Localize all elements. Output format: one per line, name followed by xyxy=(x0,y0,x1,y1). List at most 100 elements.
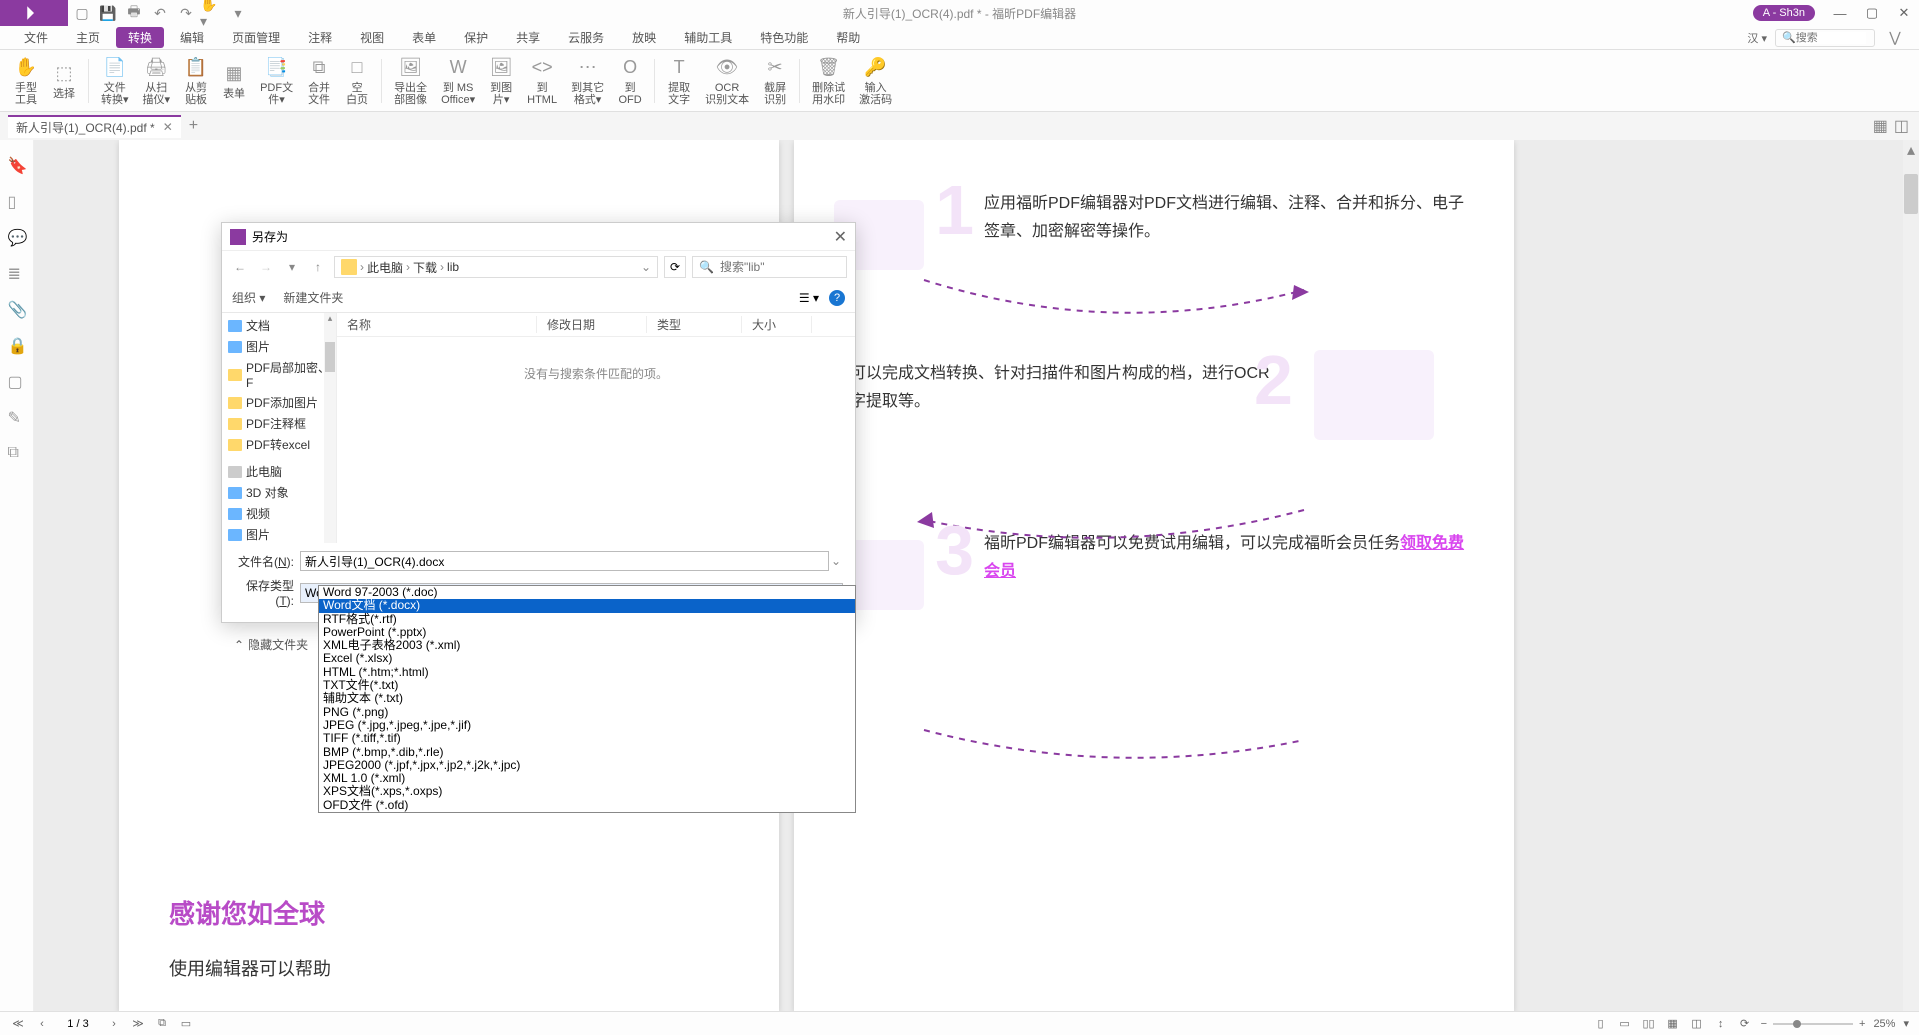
dialog-search-input[interactable] xyxy=(720,260,840,274)
nav-back-button[interactable]: ← xyxy=(230,257,250,277)
menu-accessibility[interactable]: 辅助工具 xyxy=(672,27,744,48)
breadcrumb-dropdown[interactable]: ⌄ xyxy=(641,260,651,274)
menu-cloud[interactable]: 云服务 xyxy=(556,27,616,48)
ribbon-btn-1[interactable]: ⬚选择 xyxy=(46,53,82,109)
page-number-input[interactable] xyxy=(58,1018,98,1030)
tree-item[interactable]: PDF转excel xyxy=(222,434,336,455)
qat-more-icon[interactable]: ▾ xyxy=(226,1,250,25)
col-size[interactable]: 大小 xyxy=(742,316,812,333)
ribbon-btn-14[interactable]: O到 OFD xyxy=(612,53,648,109)
filetype-option[interactable]: 辅助文本 (*.txt) xyxy=(319,692,855,705)
menu-protect[interactable]: 保护 xyxy=(452,27,500,48)
menu-view[interactable]: 视图 xyxy=(348,27,396,48)
tree-item[interactable]: 图片 xyxy=(222,524,336,543)
tree-item[interactable]: 文档 xyxy=(222,315,336,336)
layers-icon[interactable]: ≣ xyxy=(8,264,26,282)
sb-book-icon[interactable]: ▭ xyxy=(178,1016,194,1032)
folder-tree[interactable]: 文档图片PDF局部加密、FPDF添加图片PDF注释框PDF转excel此电脑3D… xyxy=(222,313,337,543)
collapse-ribbon-icon[interactable]: ⋁ xyxy=(1883,26,1907,50)
menu-edit[interactable]: 编辑 xyxy=(168,27,216,48)
pages-icon[interactable]: ▯ xyxy=(8,192,26,210)
filetype-option[interactable]: XML电子表格2003 (*.xml) xyxy=(319,639,855,652)
close-button[interactable]: ✕ xyxy=(1889,0,1919,26)
col-modified[interactable]: 修改日期 xyxy=(537,316,647,333)
view-panel-icon[interactable]: ◫ xyxy=(1894,116,1909,136)
vertical-scrollbar[interactable]: ▴ xyxy=(1903,140,1919,1011)
scrollbar-thumb[interactable] xyxy=(1904,174,1918,214)
app-logo[interactable] xyxy=(0,0,68,26)
filename-input[interactable] xyxy=(300,551,829,571)
filetype-option[interactable]: PNG (*.png) xyxy=(319,706,855,719)
sb-view-1[interactable]: ▯ xyxy=(1593,1016,1609,1032)
comments-icon[interactable]: 💬 xyxy=(8,228,26,246)
fields-icon[interactable]: ▢ xyxy=(8,372,26,390)
filetype-option[interactable]: BMP (*.bmp,*.dib,*.rle) xyxy=(319,746,855,759)
tree-item[interactable]: PDF注释框 xyxy=(222,413,336,434)
language-dropdown[interactable]: 汉 ▾ xyxy=(1747,30,1767,46)
filetype-dropdown-list[interactable]: Word 97-2003 (*.doc)Word文档 (*.docx)RTF格式… xyxy=(318,585,856,813)
sb-view-4[interactable]: ▦ xyxy=(1665,1016,1681,1032)
ribbon-btn-3[interactable]: 🖨从扫 描仪▾ xyxy=(137,53,177,109)
dialog-search[interactable]: 🔍 xyxy=(692,256,847,278)
qat-hand-icon[interactable]: ✋▾ xyxy=(200,1,224,25)
new-folder-button[interactable]: 新建文件夹 xyxy=(283,289,343,306)
attachments-icon[interactable]: 📎 xyxy=(8,300,26,318)
ribbon-btn-11[interactable]: 🖼到图 片▾ xyxy=(483,53,519,109)
sb-next-page[interactable]: › xyxy=(106,1016,122,1032)
col-type[interactable]: 类型 xyxy=(647,316,742,333)
ribbon-btn-7[interactable]: ⧉合并 文件 xyxy=(301,53,337,109)
sb-copy-icon[interactable]: ⧉ xyxy=(154,1016,170,1032)
ribbon-btn-6[interactable]: 📑PDF文 件▾ xyxy=(254,53,299,109)
filetype-option[interactable]: OFD文件 (*.ofd) xyxy=(319,799,855,812)
filetype-option[interactable]: HTML (*.htm;*.html) xyxy=(319,666,855,679)
tree-item[interactable]: 3D 对象 xyxy=(222,482,336,503)
tree-item[interactable]: 图片 xyxy=(222,336,336,357)
tab-close-icon[interactable]: ✕ xyxy=(163,120,173,134)
sb-view-3[interactable]: ▯▯ xyxy=(1641,1016,1657,1032)
ribbon-btn-5[interactable]: ▦表单 xyxy=(216,53,252,109)
document-tab[interactable]: 新人引导(1)_OCR(4).pdf * ✕ xyxy=(8,115,181,138)
tab-add-button[interactable]: + xyxy=(189,117,198,135)
nav-forward-button[interactable]: → xyxy=(256,257,276,277)
ribbon-btn-13[interactable]: ⋯到其它 格式▾ xyxy=(565,53,610,109)
view-mode-button[interactable]: ☰ ▾ xyxy=(799,291,819,305)
ribbon-btn-8[interactable]: □空 白页 xyxy=(339,53,375,109)
breadcrumb[interactable]: › 此电脑 › 下载 › lib ⌄ xyxy=(334,256,658,278)
qat-redo-icon[interactable]: ↷ xyxy=(174,1,198,25)
nav-recent-dropdown[interactable]: ▾ xyxy=(282,257,302,277)
tree-item[interactable]: 此电脑 xyxy=(222,461,336,482)
file-list[interactable]: 名称 修改日期 类型 大小 没有与搜索条件匹配的项。 xyxy=(337,313,855,543)
security-icon[interactable]: 🔒 xyxy=(8,336,26,354)
qat-save-icon[interactable]: 💾 xyxy=(96,1,120,25)
help-button[interactable]: ? xyxy=(829,290,845,306)
ribbon-btn-4[interactable]: 📋从剪 贴板 xyxy=(178,53,214,109)
filetype-option[interactable]: TIFF (*.tiff,*.tif) xyxy=(319,732,855,745)
refresh-button[interactable]: ⟳ xyxy=(664,256,686,278)
ribbon-btn-2[interactable]: 📄文件 转换▾ xyxy=(95,53,135,109)
ribbon-btn-12[interactable]: <>到 HTML xyxy=(521,53,563,109)
menu-comment[interactable]: 注释 xyxy=(296,27,344,48)
sb-rotate-icon[interactable]: ⟳ xyxy=(1737,1016,1753,1032)
ribbon-btn-15[interactable]: T提取 文字 xyxy=(661,53,697,109)
filetype-option[interactable]: Word文档 (*.docx) xyxy=(319,599,855,612)
sb-view-5[interactable]: ◫ xyxy=(1689,1016,1705,1032)
menu-features[interactable]: 特色功能 xyxy=(748,27,820,48)
nav-up-button[interactable]: ↑ xyxy=(308,257,328,277)
col-name[interactable]: 名称 xyxy=(337,316,537,333)
ribbon-btn-10[interactable]: W到 MS Office▾ xyxy=(435,53,481,109)
filetype-option[interactable]: JPEG (*.jpg,*.jpeg,*.jpe,*.jif) xyxy=(319,719,855,732)
bookmark-icon[interactable]: 🔖 xyxy=(8,156,26,174)
qat-print-icon[interactable]: 🖶 xyxy=(122,1,146,25)
menu-share[interactable]: 共享 xyxy=(504,27,552,48)
filetype-option[interactable]: RTF格式(*.rtf) xyxy=(319,613,855,626)
ribbon-btn-16[interactable]: 👁OCR 识别文本 xyxy=(699,53,755,109)
filetype-option[interactable]: Excel (*.xlsx) xyxy=(319,652,855,665)
tree-item[interactable]: 视频 xyxy=(222,503,336,524)
menu-file[interactable]: 文件 xyxy=(12,27,60,48)
more-panels-icon[interactable]: ⧉ xyxy=(8,444,26,462)
menu-search[interactable]: 🔍 xyxy=(1775,29,1875,47)
minimize-button[interactable]: — xyxy=(1825,0,1855,26)
zoom-value[interactable]: 25% xyxy=(1873,1018,1895,1030)
sb-prev-page[interactable]: ‹ xyxy=(34,1016,50,1032)
sb-reflow-icon[interactable]: ↕ xyxy=(1713,1016,1729,1032)
